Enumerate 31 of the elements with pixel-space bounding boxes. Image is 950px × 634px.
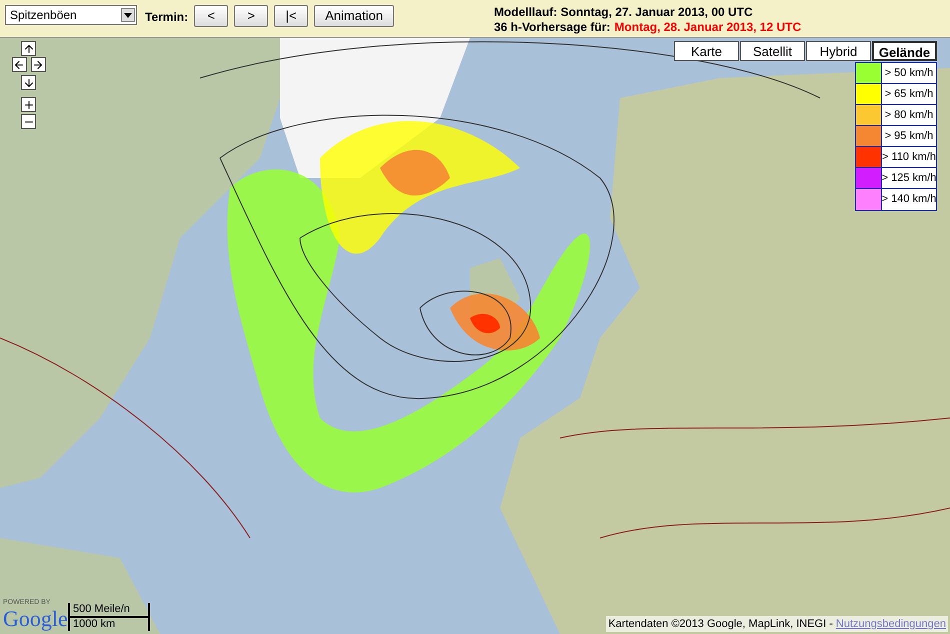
map-type-tab[interactable]: Gelände xyxy=(872,41,937,61)
model-run-text: Modelllauf: Sonntag, 27. Januar 2013, 00 UTC xyxy=(494,5,754,20)
legend-label: > 125 km/h xyxy=(882,170,936,186)
map-type-tab[interactable]: Hybrid xyxy=(806,41,871,61)
termin-button[interactable]: > xyxy=(234,5,268,27)
map-type-tab[interactable]: Karte xyxy=(674,41,739,61)
termin-button[interactable]: < xyxy=(194,5,228,27)
legend-label: > 140 km/h xyxy=(882,192,936,208)
zoom-in-icon[interactable] xyxy=(21,97,36,112)
attribution-text: Kartendaten ©2013 Google, MapLink, INEGI - xyxy=(608,616,833,632)
google-logo: Google xyxy=(3,608,68,630)
pan-left-icon[interactable] xyxy=(12,57,26,72)
forecast-label: 36 h-Vorhersage für: xyxy=(494,20,610,35)
forecast-time: Montag, 28. Januar 2013, 12 UTC xyxy=(614,20,802,35)
legend-label: > 50 km/h xyxy=(884,66,934,81)
scale-km: 1000 km xyxy=(72,618,116,631)
pan-down-icon[interactable] xyxy=(21,75,36,90)
scale-miles: 500 Meile/n xyxy=(70,603,148,618)
legend-label: > 95 km/h xyxy=(884,128,934,144)
termin-button[interactable]: Animation xyxy=(314,5,394,27)
parameter-select[interactable]: Spitzenböen xyxy=(5,5,137,25)
termin-label: Termin: xyxy=(145,9,188,26)
pan-right-icon[interactable] xyxy=(30,57,46,72)
dropdown-caret-icon xyxy=(124,12,132,18)
legend-label: > 65 km/h xyxy=(884,86,934,102)
legend-label: > 80 km/h xyxy=(884,108,934,123)
legend-label: > 110 km/h xyxy=(882,150,936,165)
termin-button[interactable]: |< xyxy=(274,5,308,27)
zoom-out-icon[interactable] xyxy=(21,114,36,129)
pan-up-icon[interactable] xyxy=(21,41,36,56)
map-type-tab[interactable]: Satellit xyxy=(740,41,805,61)
